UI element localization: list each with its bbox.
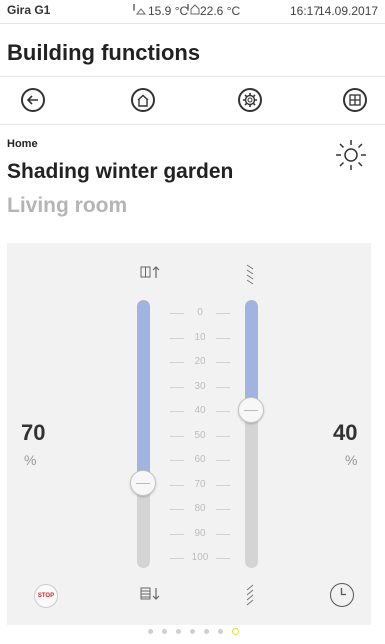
device-name: Gira G1 bbox=[7, 3, 51, 17]
breadcrumb: Home bbox=[7, 138, 38, 150]
scale-tick: 40 bbox=[170, 403, 230, 419]
slat-unit: % bbox=[345, 452, 358, 468]
indoor-temperature: 22.6 °C bbox=[200, 4, 241, 18]
scale-tick: 10 bbox=[170, 330, 230, 346]
date: 14.09.2017 bbox=[318, 4, 379, 18]
page-dot[interactable] bbox=[176, 629, 181, 634]
back-button[interactable] bbox=[21, 88, 45, 112]
room-name: Living room bbox=[7, 194, 128, 217]
page-dot[interactable] bbox=[204, 629, 209, 634]
blind-down-icon bbox=[140, 587, 160, 600]
status-bar: Gira G1 15.9 °C 22.6 °C 16:17 14.09.2017 bbox=[0, 0, 385, 22]
outdoor-temperature: 15.9 °C bbox=[148, 4, 189, 18]
slats-open-icon bbox=[246, 264, 254, 285]
divider bbox=[0, 76, 385, 77]
scale-tick: 0 bbox=[170, 305, 230, 321]
stop-button[interactable]: STOP bbox=[34, 584, 58, 608]
clock-icon bbox=[340, 588, 346, 596]
position-slider-fill bbox=[137, 300, 150, 483]
outdoor-temperature-icon bbox=[133, 4, 146, 15]
slats-closed-icon bbox=[246, 584, 254, 606]
home-button[interactable] bbox=[131, 88, 155, 112]
indoor-temperature-icon bbox=[187, 4, 200, 15]
blind-up-icon bbox=[140, 266, 160, 278]
scale-tick: 20 bbox=[170, 354, 230, 370]
scale-tick: 100 bbox=[170, 550, 230, 566]
position-slider-thumb[interactable] bbox=[130, 469, 156, 496]
scale-tick: 60 bbox=[170, 452, 230, 468]
timer-button[interactable] bbox=[330, 583, 354, 607]
sun-icon bbox=[336, 140, 366, 170]
scale-tick: 50 bbox=[170, 428, 230, 444]
slat-value: 40 bbox=[333, 420, 358, 445]
arrow-left-icon bbox=[26, 95, 38, 105]
grid-button[interactable] bbox=[343, 88, 367, 112]
grid-icon bbox=[349, 94, 361, 106]
scale-tick: 90 bbox=[170, 526, 230, 542]
slat-slider-fill bbox=[245, 300, 258, 410]
position-unit: % bbox=[24, 452, 37, 468]
divider bbox=[0, 124, 385, 125]
gear-icon bbox=[243, 93, 257, 107]
home-icon bbox=[137, 94, 149, 107]
page-title: Building functions bbox=[7, 40, 201, 65]
clock-time: 16:17 bbox=[290, 4, 321, 18]
position-slider[interactable] bbox=[137, 300, 150, 568]
scale-tick: 80 bbox=[170, 501, 230, 517]
page-dot-active[interactable] bbox=[232, 628, 239, 635]
divider bbox=[0, 23, 385, 24]
scale-tick: 70 bbox=[170, 477, 230, 493]
settings-button[interactable] bbox=[238, 88, 262, 112]
position-value: 70 bbox=[21, 420, 46, 445]
slat-slider-thumb[interactable] bbox=[238, 396, 264, 423]
page-dot[interactable] bbox=[190, 629, 195, 634]
slat-slider[interactable] bbox=[245, 300, 258, 568]
function-name: Shading winter garden bbox=[7, 160, 234, 183]
page-dot[interactable] bbox=[162, 629, 167, 634]
scale-tick: 30 bbox=[170, 379, 230, 395]
page-dot[interactable] bbox=[148, 629, 153, 634]
page-dot[interactable] bbox=[218, 629, 223, 634]
